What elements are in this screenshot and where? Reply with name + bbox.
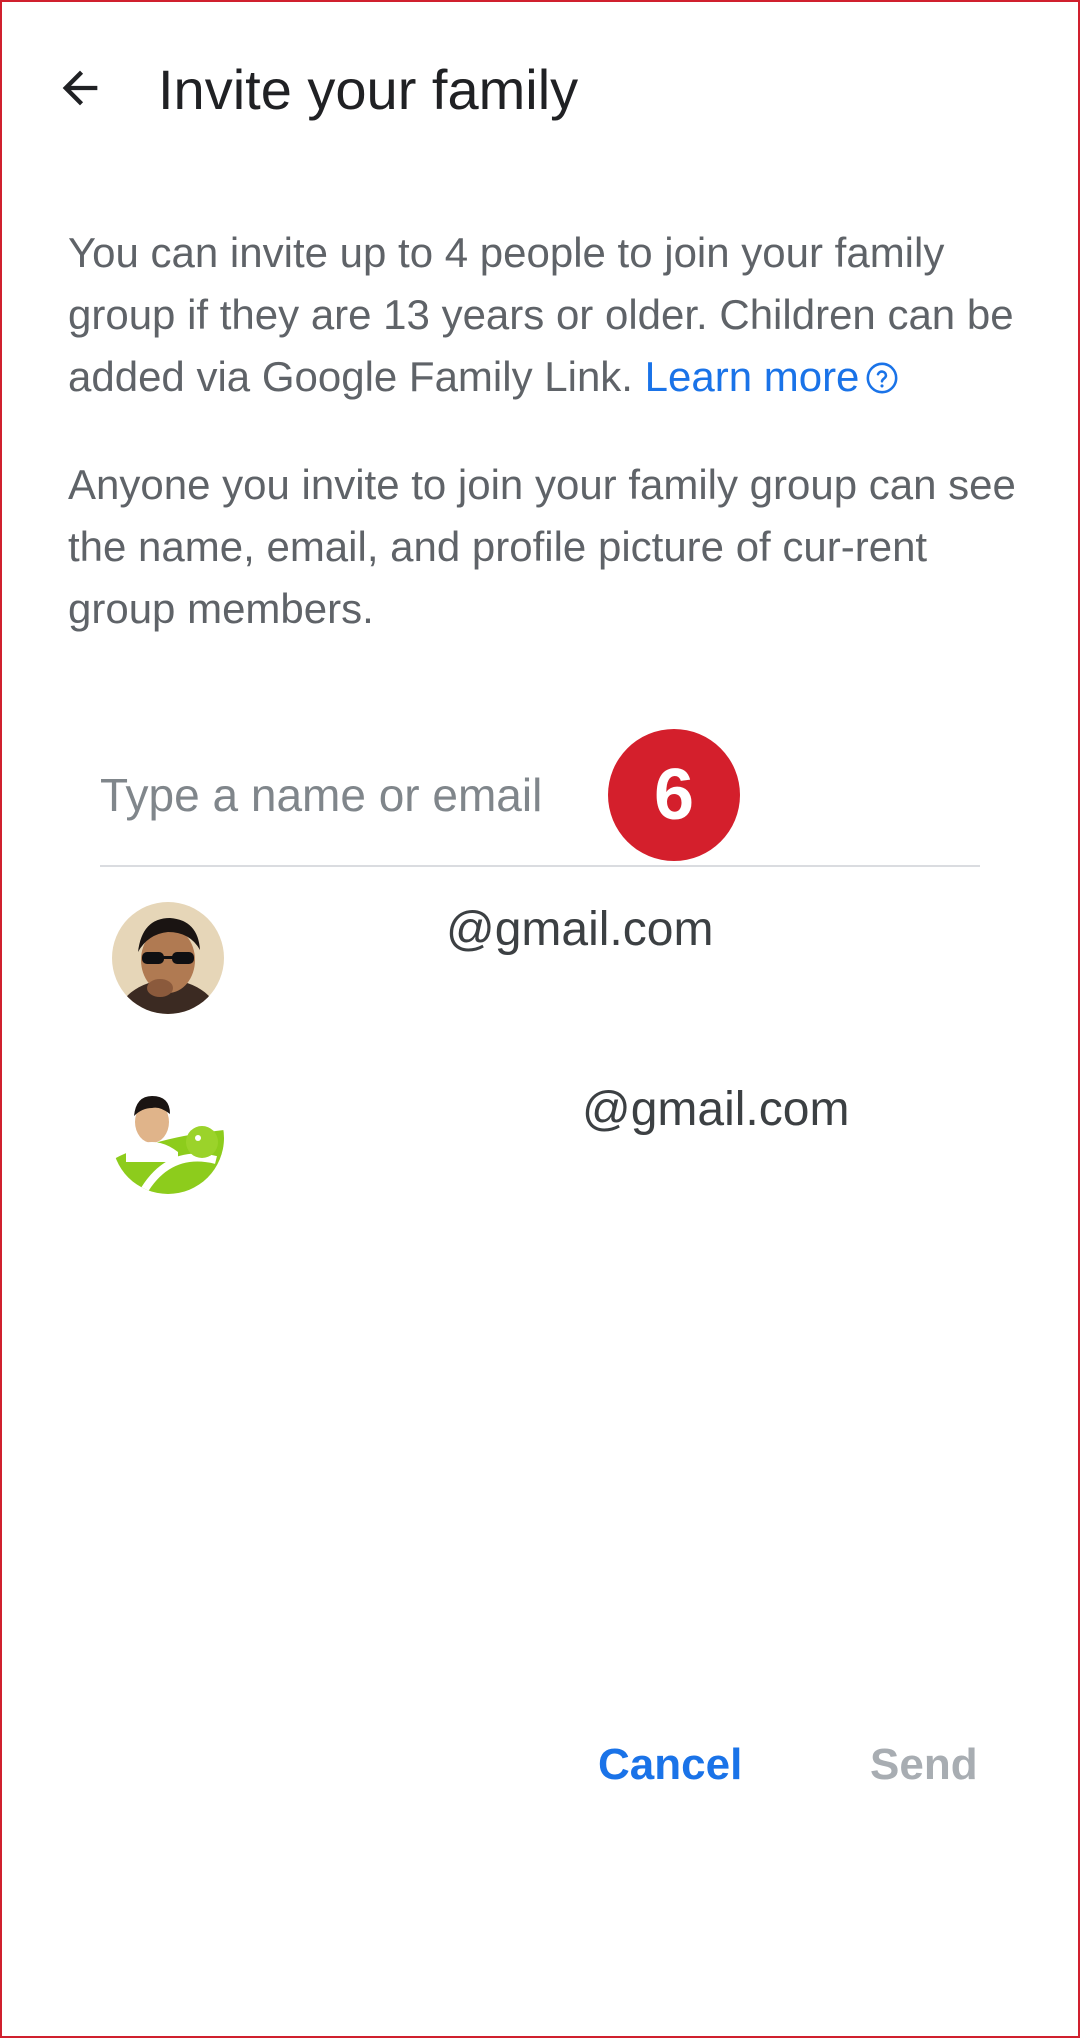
suggestion-email: @gmail.com (582, 1083, 850, 1136)
search-field-container (100, 735, 980, 867)
name-or-email-input[interactable] (100, 755, 980, 835)
step-badge: 6 (608, 729, 740, 861)
back-button[interactable] (40, 50, 120, 130)
person-avatar-android-icon (112, 1082, 224, 1194)
page-title: Invite your family (158, 58, 579, 121)
arrow-back-icon (54, 62, 106, 119)
help-circle-icon (865, 350, 899, 412)
avatar (112, 1082, 224, 1194)
suggestion-email: @gmail.com (446, 903, 714, 956)
learn-more-label: Learn more (644, 353, 860, 400)
top-app-bar: Invite your family (0, 0, 1080, 180)
suggestion-item[interactable]: @gmail.com (100, 1060, 980, 1210)
avatar (112, 902, 224, 1014)
suggestion-item[interactable]: @gmail.com (100, 880, 980, 1030)
intro-paragraph: You can invite up to 4 people to join yo… (68, 222, 1018, 412)
person-avatar-sunglasses-icon (112, 902, 224, 1014)
cancel-button[interactable]: Cancel (598, 1730, 742, 1800)
learn-more-link[interactable]: Learn more (645, 353, 900, 400)
send-button[interactable]: Send (870, 1730, 978, 1800)
privacy-paragraph: Anyone you invite to join your family gr… (68, 461, 1016, 632)
